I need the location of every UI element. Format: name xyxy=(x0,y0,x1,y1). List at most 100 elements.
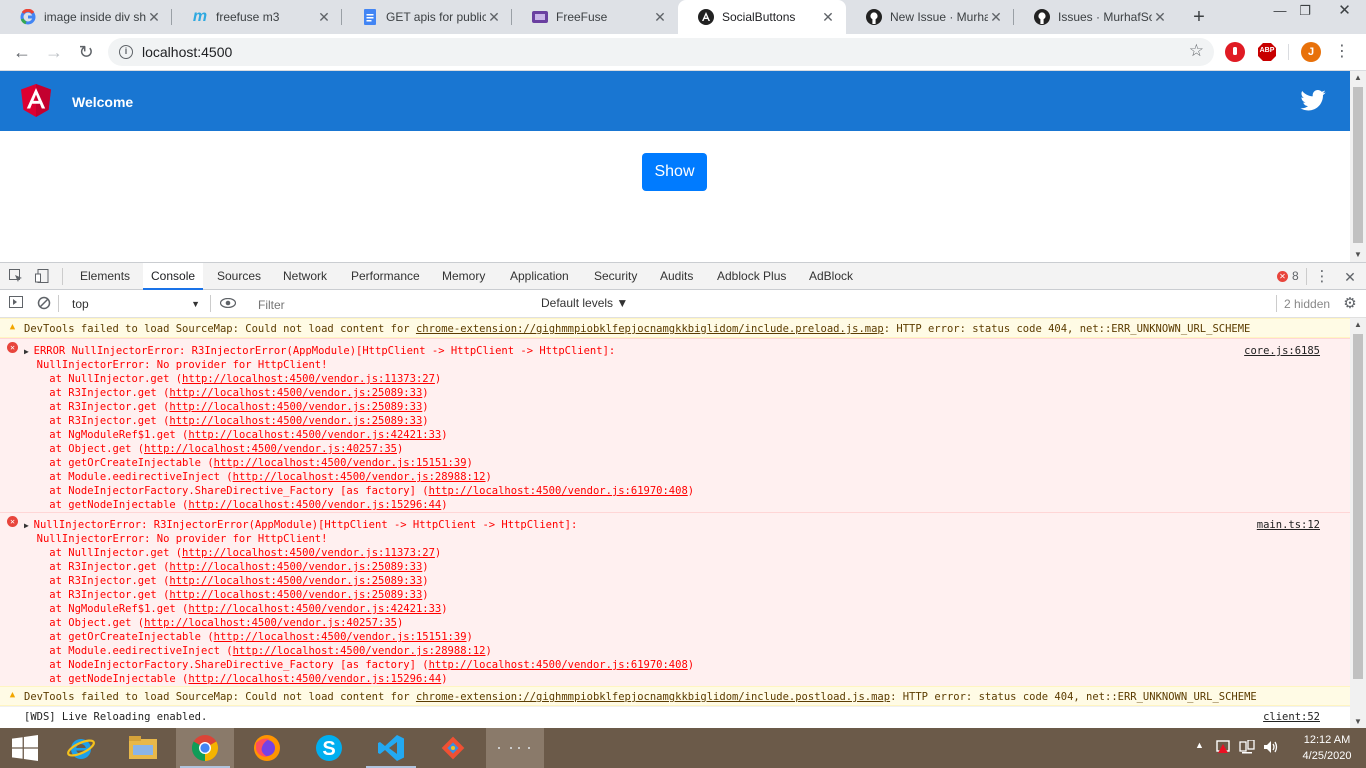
volume-icon[interactable] xyxy=(1263,740,1279,757)
browser-tab[interactable]: image inside div sh ✕ xyxy=(0,0,172,34)
network-icon[interactable] xyxy=(1239,739,1255,757)
sidebar-toggle-icon[interactable] xyxy=(8,296,24,312)
stack-link[interactable]: http://localhost:4500/vendor.js:15151:39 xyxy=(214,457,467,469)
close-devtools-icon[interactable]: ✕ xyxy=(1342,269,1358,285)
stack-link[interactable]: http://localhost:4500/vendor.js:40257:35 xyxy=(144,617,397,629)
restore-button[interactable]: ❐ xyxy=(1290,0,1320,22)
stack-link[interactable]: http://localhost:4500/vendor.js:25089:33 xyxy=(169,589,422,601)
context-selector[interactable]: top ▼ xyxy=(64,295,204,313)
log-levels-dropdown[interactable]: Default levels ▼ xyxy=(541,296,628,310)
close-icon[interactable]: ✕ xyxy=(146,9,162,25)
stack-link[interactable]: http://localhost:4500/vendor.js:42421:33 xyxy=(188,429,441,441)
source-link[interactable]: core.js:6185 xyxy=(1244,344,1320,358)
stack-link[interactable]: http://localhost:4500/vendor.js:42421:33 xyxy=(188,603,441,615)
stack-link[interactable]: http://localhost:4500/vendor.js:15151:39 xyxy=(214,631,467,643)
show-button[interactable]: Show xyxy=(642,153,707,191)
menu-kebab-icon[interactable]: ⋮ xyxy=(1330,40,1354,64)
taskbar-ie[interactable] xyxy=(52,728,110,768)
stack-link[interactable]: http://localhost:4500/vendor.js:25089:33 xyxy=(169,575,422,587)
taskbar-explorer[interactable] xyxy=(114,728,172,768)
error-count-badge[interactable]: ✕ 8 xyxy=(1277,269,1299,283)
stack-link[interactable]: http://localhost:4500/vendor.js:28988:12 xyxy=(233,645,486,657)
tab-security[interactable]: Security xyxy=(586,263,645,290)
close-icon[interactable]: ✕ xyxy=(988,9,1004,25)
start-button[interactable] xyxy=(0,728,50,768)
action-center-icon[interactable] xyxy=(1215,740,1231,757)
expand-triangle-icon[interactable]: ▶ xyxy=(24,521,34,530)
device-toolbar-icon[interactable] xyxy=(34,269,50,285)
tab-adblock[interactable]: AdBlock xyxy=(801,263,861,290)
tab-elements[interactable]: Elements xyxy=(72,263,138,290)
source-link[interactable]: main.ts:12 xyxy=(1257,518,1320,532)
stack-link[interactable]: http://localhost:4500/vendor.js:61970:40… xyxy=(429,485,688,497)
bookmark-star-icon[interactable]: ☆ xyxy=(1189,41,1204,61)
reload-button[interactable]: ↻ xyxy=(74,40,98,64)
close-window-button[interactable]: ✕ xyxy=(1323,0,1366,22)
inspect-element-icon[interactable] xyxy=(8,269,24,285)
eye-icon[interactable] xyxy=(219,296,237,312)
tab-console[interactable]: Console xyxy=(143,263,204,290)
console-scrollbar[interactable]: ▲ ▼ xyxy=(1350,318,1366,729)
scroll-down-arrow-icon[interactable]: ▼ xyxy=(1350,715,1366,729)
close-icon[interactable]: ✕ xyxy=(652,9,668,25)
stack-link[interactable]: http://localhost:4500/vendor.js:25089:33 xyxy=(169,387,422,399)
taskbar-git[interactable] xyxy=(424,728,482,768)
source-link[interactable]: client:52 xyxy=(1263,710,1320,724)
browser-tab[interactable]: FreeFuse ✕ xyxy=(512,0,678,34)
stack-link[interactable]: http://localhost:4500/vendor.js:15296:44 xyxy=(188,499,441,511)
clear-console-icon[interactable] xyxy=(36,296,52,312)
browser-tab[interactable]: m freefuse m3 ✕ xyxy=(172,0,342,34)
stack-link[interactable]: http://localhost:4500/vendor.js:28988:12 xyxy=(233,471,486,483)
stack-link[interactable]: http://localhost:4500/vendor.js:25089:33 xyxy=(169,401,422,413)
tab-adblock-plus[interactable]: Adblock Plus xyxy=(709,263,794,290)
forward-button[interactable]: → xyxy=(42,40,66,64)
expand-triangle-icon[interactable]: ▶ xyxy=(24,347,34,356)
browser-tab[interactable]: New Issue · Murhaf ✕ xyxy=(846,0,1014,34)
twitter-icon[interactable] xyxy=(1300,90,1326,111)
tab-network[interactable]: Network xyxy=(275,263,335,290)
stack-link[interactable]: http://localhost:4500/vendor.js:25089:33 xyxy=(169,415,422,427)
close-icon[interactable]: ✕ xyxy=(1152,9,1168,25)
taskbar-vscode[interactable] xyxy=(362,728,420,768)
stack-link[interactable]: http://localhost:4500/vendor.js:61970:40… xyxy=(429,659,688,671)
stack-link[interactable]: http://localhost:4500/vendor.js:40257:35 xyxy=(144,443,397,455)
close-icon[interactable]: ✕ xyxy=(316,9,332,25)
tab-memory[interactable]: Memory xyxy=(434,263,493,290)
scrollbar-thumb[interactable] xyxy=(1353,87,1363,243)
browser-tab-active[interactable]: SocialButtons ✕ xyxy=(678,0,846,34)
taskbar-firefox[interactable] xyxy=(238,728,296,768)
tab-performance[interactable]: Performance xyxy=(343,263,428,290)
filter-input[interactable] xyxy=(250,295,535,314)
source-map-link[interactable]: chrome-extension://gighmmpiobklfepjocnam… xyxy=(416,323,884,335)
info-icon[interactable]: i xyxy=(119,45,133,59)
stack-link[interactable]: http://localhost:4500/vendor.js:11373:27 xyxy=(182,547,435,559)
taskbar-chrome[interactable] xyxy=(176,728,234,768)
address-bar[interactable]: i localhost:4500 ☆ xyxy=(108,38,1214,66)
show-hidden-icons-icon[interactable]: ▲ xyxy=(1195,740,1204,750)
settings-gear-icon[interactable]: ⚙ xyxy=(1342,296,1358,312)
browser-tab[interactable]: GET apis for public ✕ xyxy=(342,0,512,34)
taskbar-window[interactable] xyxy=(486,728,544,768)
scrollbar-thumb[interactable] xyxy=(1353,334,1363,679)
source-map-link[interactable]: chrome-extension://gighmmpiobklfepjocnam… xyxy=(416,691,890,703)
tab-application[interactable]: Application xyxy=(502,263,577,290)
close-icon[interactable]: ✕ xyxy=(486,9,502,25)
adblock-extension-icon[interactable] xyxy=(1225,42,1245,62)
tab-sources[interactable]: Sources xyxy=(209,263,269,290)
scroll-up-arrow-icon[interactable]: ▲ xyxy=(1350,318,1366,332)
browser-tab[interactable]: Issues · MurhafSou ✕ xyxy=(1014,0,1178,34)
taskbar-skype[interactable]: S xyxy=(300,728,358,768)
new-tab-button[interactable]: + xyxy=(1187,5,1211,29)
tab-audits[interactable]: Audits xyxy=(652,263,701,290)
close-icon[interactable]: ✕ xyxy=(820,9,836,25)
stack-link[interactable]: http://localhost:4500/vendor.js:11373:27 xyxy=(182,373,435,385)
stack-link[interactable]: http://localhost:4500/vendor.js:25089:33 xyxy=(169,561,422,573)
scroll-up-arrow-icon[interactable]: ▲ xyxy=(1350,71,1366,85)
page-scrollbar[interactable]: ▲ ▼ xyxy=(1350,71,1366,262)
back-button[interactable]: ← xyxy=(10,40,34,64)
scroll-down-arrow-icon[interactable]: ▼ xyxy=(1350,248,1366,262)
devtools-menu-kebab-icon[interactable]: ⋮ xyxy=(1314,269,1330,285)
system-clock[interactable]: 12:12 AM 4/25/2020 xyxy=(1288,732,1366,764)
abp-extension-icon[interactable]: ABP xyxy=(1257,42,1277,62)
profile-avatar[interactable]: J xyxy=(1301,42,1321,62)
